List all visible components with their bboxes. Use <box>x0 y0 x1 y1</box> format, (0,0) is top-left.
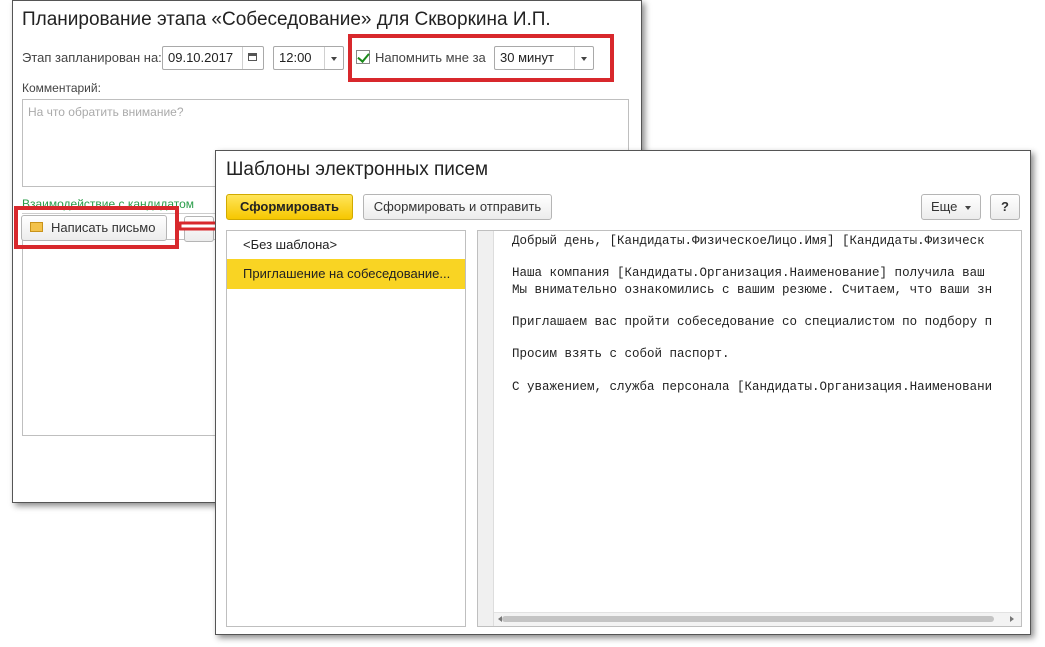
chevron-down-icon[interactable] <box>574 47 593 69</box>
generate-button[interactable]: Сформировать <box>226 194 353 220</box>
letter-line: Добрый день, [Кандидаты.ФизическоеЛицо.И… <box>512 234 985 248</box>
template-item-selected[interactable]: Приглашение на собеседование... <box>227 259 465 289</box>
envelope-icon <box>30 222 43 232</box>
time-value: 12:00 <box>279 50 312 65</box>
remind-value: 30 минут <box>500 50 554 65</box>
remind-checkbox[interactable] <box>356 50 370 64</box>
letter-line: Мы внимательно ознакомились с вашим резю… <box>512 282 993 297</box>
line-gutter <box>478 231 494 626</box>
template-item[interactable]: <Без шаблона> <box>227 231 465 259</box>
write-letter-label: Написать письмо <box>51 220 156 235</box>
calendar-icon[interactable] <box>242 47 263 69</box>
comment-label: Комментарий: <box>22 81 101 95</box>
window-title: Шаблоны электронных писем <box>226 159 489 180</box>
letter-line <box>512 298 992 314</box>
scrollbar-thumb[interactable] <box>502 616 994 622</box>
interaction-list[interactable] <box>22 239 222 436</box>
letter-line: Просим взять с собой паспорт. <box>512 347 730 362</box>
horizontal-scrollbar[interactable] <box>494 612 1021 626</box>
help-button[interactable]: ? <box>990 194 1020 220</box>
letter-preview[interactable]: Добрый день, [Кандидаты.ФизическоеЛицо.И… <box>477 230 1022 627</box>
chevron-down-icon[interactable] <box>324 47 343 69</box>
generate-send-button[interactable]: Сформировать и отправить <box>363 194 552 220</box>
more-button[interactable]: Еще <box>921 194 981 220</box>
letter-line: Приглашаем вас пройти собеседование со с… <box>512 315 993 330</box>
letter-text: Добрый день, [Кандидаты.ФизическоеЛицо.И… <box>512 233 992 395</box>
time-field[interactable]: 12:00 <box>273 46 344 70</box>
chevron-down-icon <box>965 205 972 210</box>
comment-placeholder: На что обратить внимание? <box>28 105 184 119</box>
write-letter-button[interactable]: Написать письмо <box>21 215 167 241</box>
letter-line <box>512 363 992 379</box>
letter-line <box>512 249 992 265</box>
remind-label: Напомнить мне за <box>375 50 486 65</box>
more-label: Еще <box>930 199 958 214</box>
letter-line <box>512 330 992 346</box>
scroll-right-icon[interactable] <box>1010 616 1014 622</box>
planned-label: Этап запланирован на: <box>22 50 162 65</box>
window-title: Планирование этапа «Собеседование» для С… <box>22 9 551 30</box>
templates-list[interactable]: <Без шаблона> Приглашение на собеседован… <box>226 230 466 627</box>
remind-select[interactable]: 30 минут <box>494 46 594 70</box>
letter-line: Наша компания [Кандидаты.Организация.Наи… <box>512 266 985 281</box>
email-templates-window: Шаблоны электронных писем Сформировать С… <box>215 150 1031 635</box>
date-field[interactable]: 09.10.2017 <box>162 46 264 70</box>
date-value: 09.10.2017 <box>168 50 234 65</box>
letter-line: С уважением, служба персонала [Кандидаты… <box>512 379 993 394</box>
